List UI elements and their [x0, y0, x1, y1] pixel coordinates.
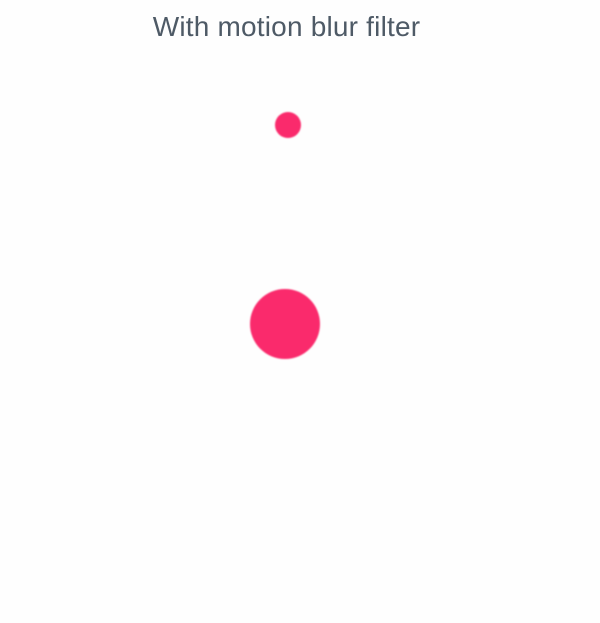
- particle-large-circle: [250, 289, 320, 359]
- particle-small-circle: [275, 112, 301, 138]
- page-title: With motion blur filter: [152, 11, 421, 42]
- demo-stage: With motion blur filter: [0, 0, 600, 623]
